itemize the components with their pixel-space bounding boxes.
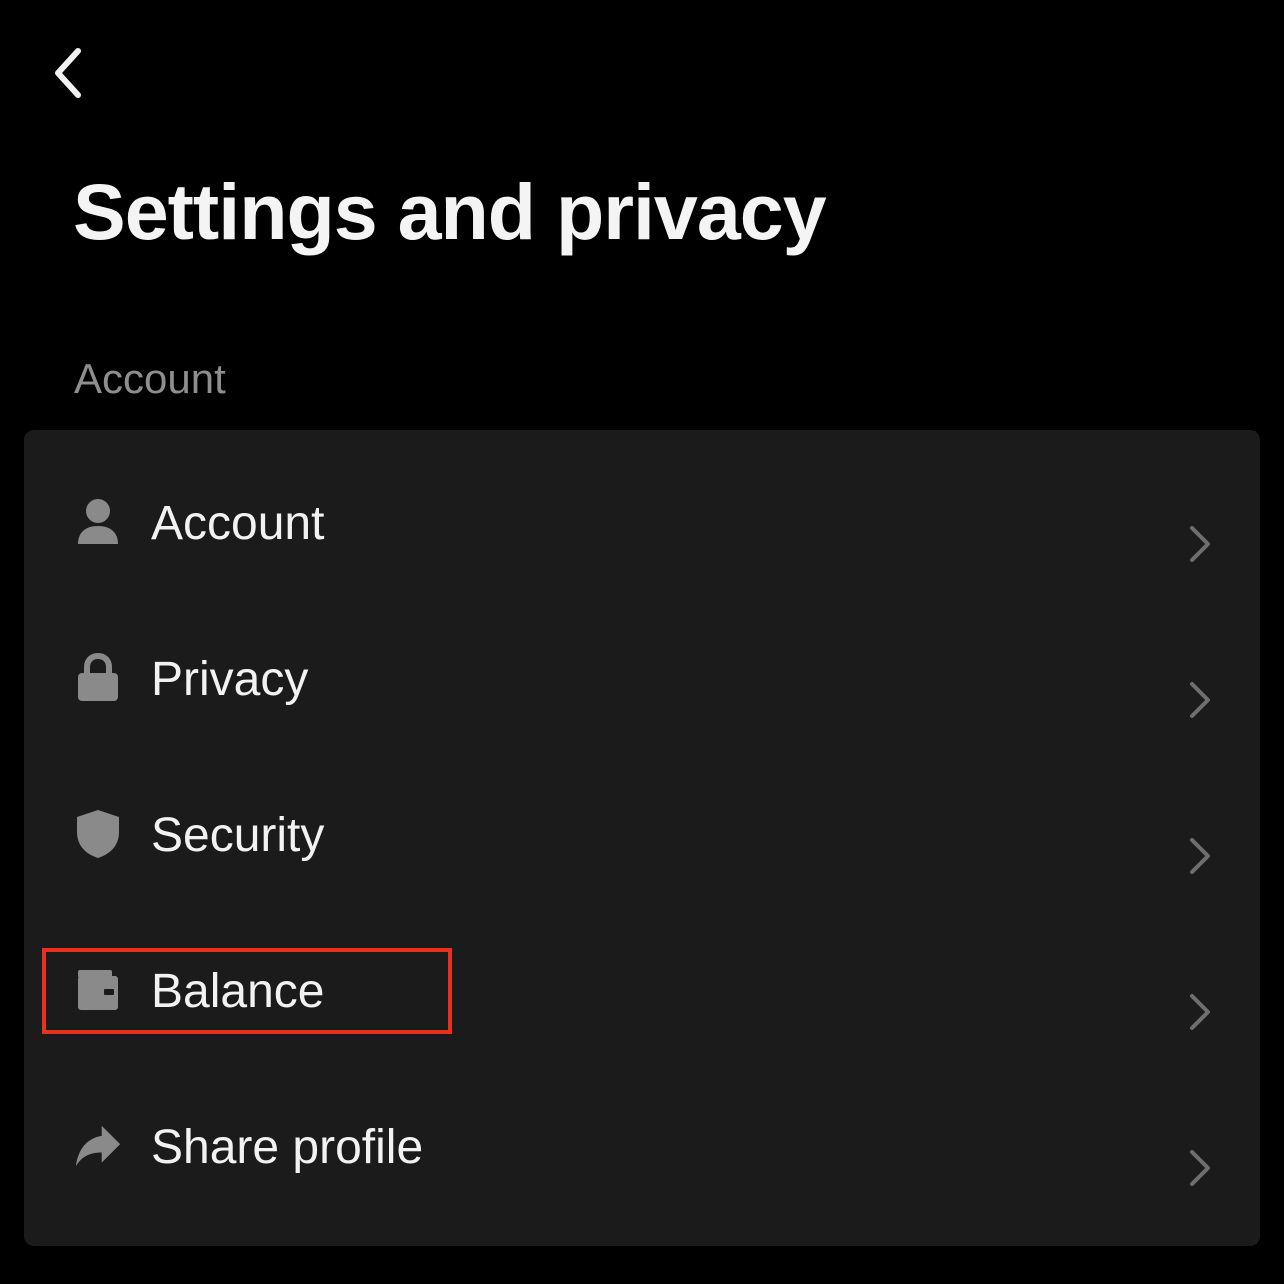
page-title: Settings and privacy xyxy=(73,167,827,256)
settings-card: Account Privacy Security Balance Share p… xyxy=(24,430,1260,1246)
wallet-icon xyxy=(74,962,122,1018)
shield-icon xyxy=(74,806,122,862)
settings-item-label: Balance xyxy=(151,965,325,1018)
settings-item-privacy[interactable]: Privacy xyxy=(24,604,1260,760)
chevron-right-icon xyxy=(1182,836,1218,876)
share-arrow-icon xyxy=(74,1118,122,1174)
settings-item-balance[interactable]: Balance xyxy=(24,916,1260,1072)
back-button[interactable] xyxy=(40,40,96,106)
chevron-right-icon xyxy=(1182,680,1218,720)
settings-item-share-profile[interactable]: Share profile xyxy=(24,1072,1260,1228)
section-header-account: Account xyxy=(74,355,226,402)
settings-item-label: Security xyxy=(151,809,325,862)
settings-item-label: Privacy xyxy=(151,653,309,706)
chevron-right-icon xyxy=(1182,992,1218,1032)
chevron-left-icon xyxy=(55,48,81,98)
settings-item-label: Share profile xyxy=(151,1121,424,1174)
settings-item-account[interactable]: Account xyxy=(24,448,1260,604)
settings-item-label: Account xyxy=(151,497,325,550)
settings-item-security[interactable]: Security xyxy=(24,760,1260,916)
chevron-right-icon xyxy=(1182,1148,1218,1188)
person-icon xyxy=(74,494,122,550)
chevron-right-icon xyxy=(1182,524,1218,564)
lock-icon xyxy=(74,650,122,706)
